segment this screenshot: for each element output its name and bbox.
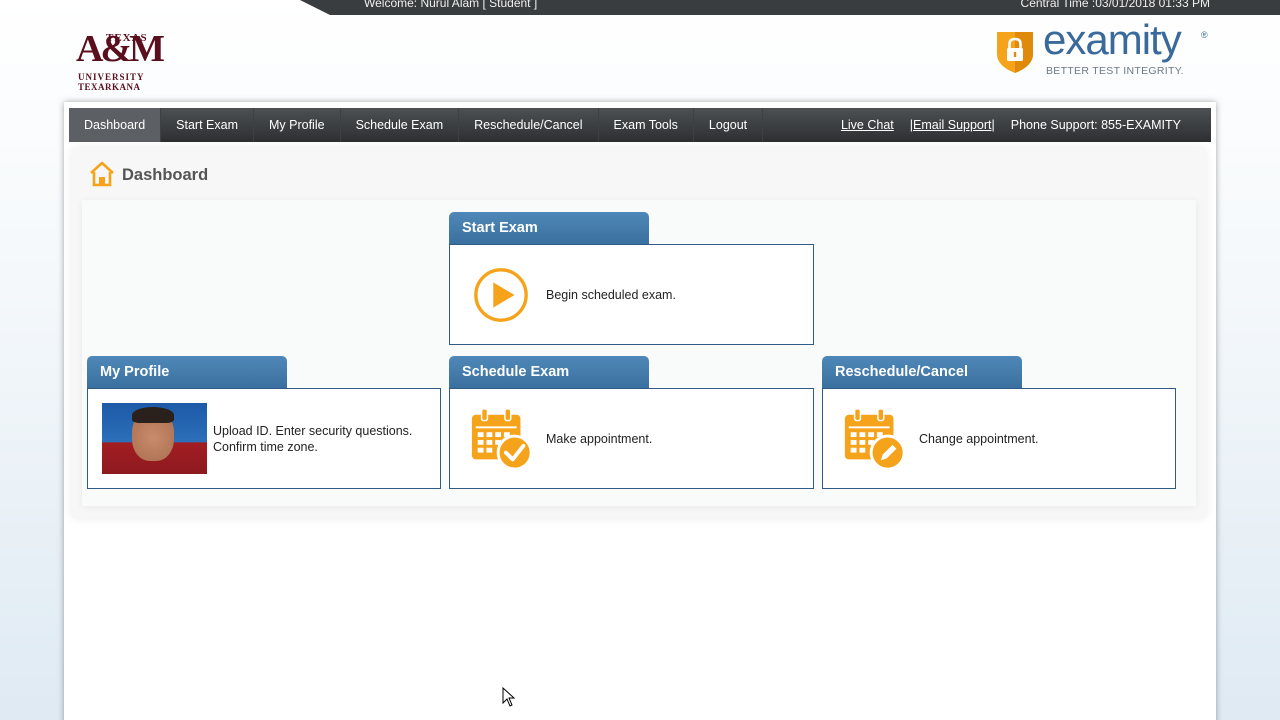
start-exam-card-body[interactable]: Begin scheduled exam. (449, 244, 814, 345)
reschedule-cancel-desc: Change appointment. (919, 431, 1039, 446)
nav-start-exam[interactable]: Start Exam (161, 108, 254, 142)
university-logo-texas: TEXAS (106, 32, 148, 44)
start-exam-desc: Begin scheduled exam. (546, 287, 676, 302)
registered-mark: ® (1201, 30, 1208, 40)
lock-shield-icon (997, 32, 1033, 73)
home-icon (90, 161, 114, 187)
university-logo-university: UNIVERSITY (78, 72, 145, 82)
live-chat-link[interactable]: Live Chat (841, 118, 894, 132)
mouse-cursor-icon (502, 687, 516, 707)
nav-reschedule-cancel[interactable]: Reschedule/Cancel (459, 108, 599, 142)
top-status-bar: Welcome: Nurul Alam [ Student ] Central … (300, 0, 1280, 15)
nav-logout[interactable]: Logout (694, 108, 764, 142)
nav-schedule-exam[interactable]: Schedule Exam (341, 108, 460, 142)
schedule-exam-card-body[interactable]: Make appointment. (449, 388, 814, 489)
my-profile-desc-line1: Upload ID. Enter security questions. (213, 423, 413, 438)
university-logo-texarkana: TEXARKANA (78, 82, 141, 92)
page-header: Dashboard (88, 160, 208, 188)
my-profile-card-title[interactable]: My Profile (87, 356, 287, 388)
examity-tagline: BETTER TEST INTEGRITY. (1046, 65, 1184, 77)
reschedule-cancel-card-body[interactable]: Change appointment. (822, 388, 1176, 489)
calendar-edit-icon (844, 407, 906, 471)
reschedule-cancel-card-title[interactable]: Reschedule/Cancel (822, 356, 1022, 388)
page-title: Dashboard (122, 165, 209, 184)
examity-wordmark: examity (1043, 16, 1182, 63)
dashboard-content: Dashboard Start Exam Begin scheduled exa… (72, 148, 1206, 518)
email-support-link[interactable]: |Email Support (910, 118, 992, 132)
nav-dashboard[interactable]: Dashboard (69, 108, 162, 142)
schedule-exam-card-title[interactable]: Schedule Exam (449, 356, 649, 388)
central-time: Central Time :03/01/2018 01:33 PM (1020, 0, 1210, 10)
profile-photo (102, 403, 207, 474)
phone-support: Phone Support: 855-EXAMITY (1010, 118, 1181, 132)
my-profile-card-body[interactable]: Upload ID. Enter security questions. Con… (87, 388, 441, 489)
profile-photo-hair (132, 407, 174, 423)
support-separator: | (991, 118, 995, 132)
welcome-text: Welcome: Nurul Alam [ Student ] (364, 0, 538, 10)
nav-my-profile[interactable]: My Profile (254, 108, 341, 142)
main-nav: Dashboard Start Exam My Profile Schedule… (69, 108, 1211, 142)
university-logo: A&M TEXAS UNIVERSITY TEXARKANA (76, 30, 165, 94)
examity-logo: examity ® BETTER TEST INTEGRITY. (995, 16, 1215, 82)
my-profile-desc: Upload ID. Enter security questions. Con… (213, 423, 412, 455)
my-profile-desc-line2: Confirm time zone. (213, 439, 318, 454)
support-links: Live Chat |Email Support | Phone Support… (841, 108, 1211, 142)
calendar-check-icon (471, 407, 533, 471)
dashboard-cards-area: Start Exam Begin scheduled exam. My Prof… (82, 200, 1196, 506)
nav-exam-tools[interactable]: Exam Tools (599, 108, 694, 142)
start-exam-card-title[interactable]: Start Exam (449, 212, 649, 244)
play-icon (474, 267, 528, 322)
main-panel: Dashboard Start Exam My Profile Schedule… (64, 102, 1216, 720)
schedule-exam-desc: Make appointment. (546, 431, 653, 446)
